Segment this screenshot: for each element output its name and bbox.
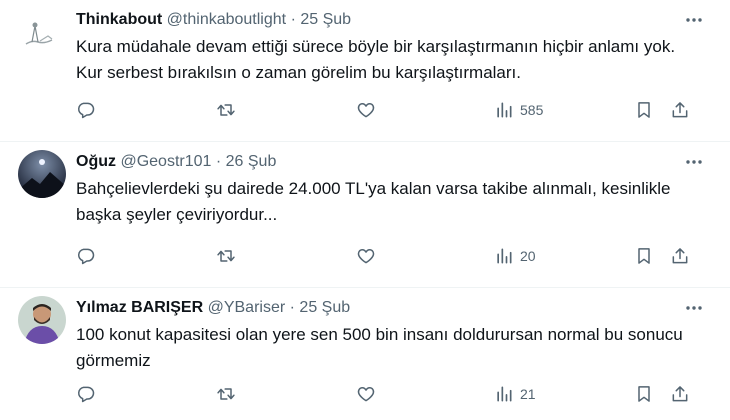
retweet-button[interactable] [216,244,236,268]
reply-icon [78,102,95,119]
action-bar: 20 [76,244,700,268]
views-button[interactable]: 20 [494,244,536,268]
reply-button[interactable] [76,382,96,406]
tweet-text: Bahçelievlerdeki şu dairede 24.000 TL'ya… [76,179,671,224]
more-icon[interactable] [684,298,704,318]
views-button[interactable]: 585 [494,98,543,122]
views-icon [497,248,512,264]
action-bar: 21 [76,382,700,406]
like-button[interactable] [356,244,376,268]
author-name[interactable]: Yılmaz BARIŞER [76,299,203,316]
views-count: 585 [520,102,544,118]
retweet-icon [217,104,235,116]
views-button[interactable]: 21 [494,382,536,406]
avatar[interactable] [18,296,66,344]
tweet[interactable]: Thinkabout @thinkaboutlight · 25 Şub Kur… [0,0,730,142]
share-icon [672,102,688,118]
views-icon [497,386,512,402]
avatar[interactable] [18,12,66,60]
views-count: 21 [520,386,536,402]
share-button[interactable] [670,244,690,268]
avatar[interactable] [18,150,66,198]
reply-icon [78,386,95,403]
tweet-date[interactable]: · 25 Şub [291,11,351,28]
like-icon [357,387,375,402]
reply-button[interactable] [76,98,96,122]
retweet-icon [217,388,235,400]
reply-button[interactable] [76,244,96,268]
like-button[interactable] [356,98,376,122]
author-handle[interactable]: @thinkaboutlight [167,11,286,28]
tweet-date[interactable]: · 25 Şub [290,299,350,316]
share-button[interactable] [670,98,690,122]
author-name[interactable]: Oğuz [76,153,116,170]
like-icon [357,103,375,118]
more-icon[interactable] [684,10,704,30]
like-button[interactable] [356,382,376,406]
tweet[interactable]: Yılmaz BARIŞER @YBariser · 25 Şub 100 ko… [0,288,730,420]
share-icon [672,386,688,402]
share-icon [672,248,688,264]
tweet-header: Thinkabout @thinkaboutlight · 25 Şub [76,10,351,30]
bookmark-button[interactable] [634,244,654,268]
bookmark-icon [638,102,650,118]
tweet[interactable]: Oğuz @Geostr101 · 26 Şub Bahçelievlerdek… [0,142,730,288]
author-name[interactable]: Thinkabout [76,11,162,28]
author-handle[interactable]: @Geostr101 [120,153,211,170]
reply-icon [78,248,95,265]
retweet-button[interactable] [216,98,236,122]
author-handle[interactable]: @YBariser [208,299,286,316]
bookmark-icon [638,386,650,402]
share-button[interactable] [670,382,690,406]
tweet-text: 100 konut kapasitesi olan yere sen 500 b… [76,325,683,370]
tweet-date[interactable]: · 26 Şub [216,153,276,170]
bookmark-button[interactable] [634,382,654,406]
views-icon [497,102,512,118]
retweet-icon [217,250,235,262]
more-icon[interactable] [684,152,704,172]
bookmark-icon [638,248,650,264]
action-bar: 585 [76,98,700,122]
tweet-header: Oğuz @Geostr101 · 26 Şub [76,152,276,172]
tweet-text: Kura müdahale devam ettiği sürece böyle … [76,37,676,82]
like-icon [357,249,375,264]
bookmark-button[interactable] [634,98,654,122]
views-count: 20 [520,248,536,264]
retweet-button[interactable] [216,382,236,406]
tweet-header: Yılmaz BARIŞER @YBariser · 25 Şub [76,298,350,318]
